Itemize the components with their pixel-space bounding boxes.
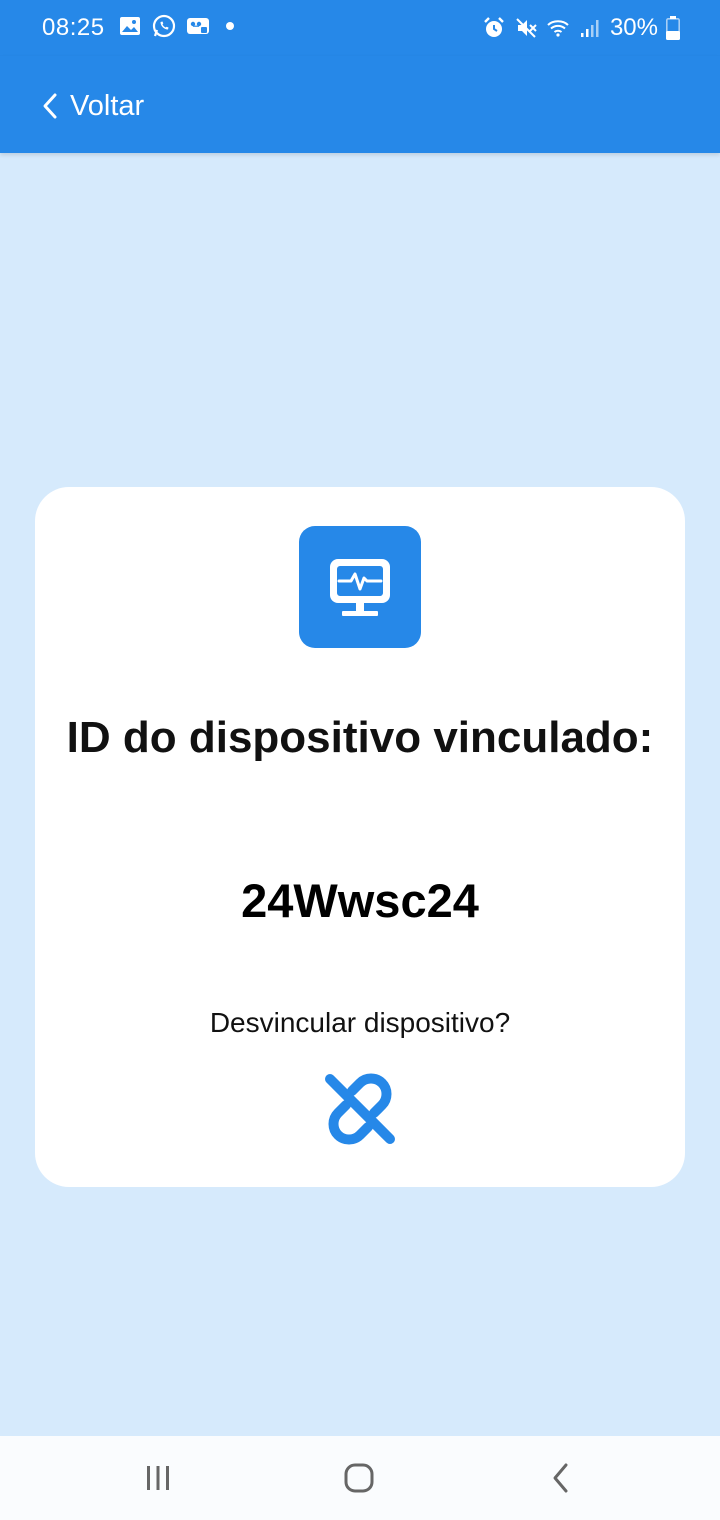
recents-button[interactable] [138, 1458, 178, 1498]
app-bar: Voltar [0, 56, 720, 153]
device-badge [299, 526, 421, 648]
home-icon [344, 1463, 374, 1493]
system-back-button[interactable] [541, 1458, 581, 1498]
home-button[interactable] [339, 1458, 379, 1498]
voicemail-icon [187, 18, 209, 34]
linked-device-card: ID do dispositivo vinculado: 24Wwsc24 De… [35, 487, 685, 1187]
alarm-icon [484, 17, 504, 37]
mute-icon [516, 18, 537, 38]
card-title: ID do dispositivo vinculado: [66, 713, 654, 762]
status-right: 30% [482, 14, 680, 42]
back-label: Voltar [70, 89, 145, 122]
link-off-icon [325, 1073, 395, 1145]
back-icon [553, 1463, 568, 1493]
monitor-heartbeat-icon [330, 559, 390, 616]
system-nav-bar [0, 1436, 720, 1520]
whatsapp-icon [152, 14, 176, 38]
unlink-question: Desvincular dispositivo? [209, 1007, 511, 1038]
status-bar: 08:25 30% [0, 0, 720, 56]
device-id: 24Wwsc24 [241, 874, 479, 927]
unlink-device-button[interactable] [318, 1067, 402, 1151]
recents-icon [147, 1466, 169, 1490]
back-button[interactable]: Voltar [40, 86, 144, 126]
signal-icon [580, 20, 599, 37]
battery-icon [666, 16, 680, 40]
status-time: 08:25 [42, 14, 105, 41]
notification-icons [118, 14, 234, 38]
more-notifications-dot [226, 22, 234, 30]
battery-percent: 30% [609, 14, 658, 41]
chevron-left-icon [43, 93, 57, 119]
wifi-icon [547, 20, 569, 37]
gallery-icon [120, 17, 140, 35]
